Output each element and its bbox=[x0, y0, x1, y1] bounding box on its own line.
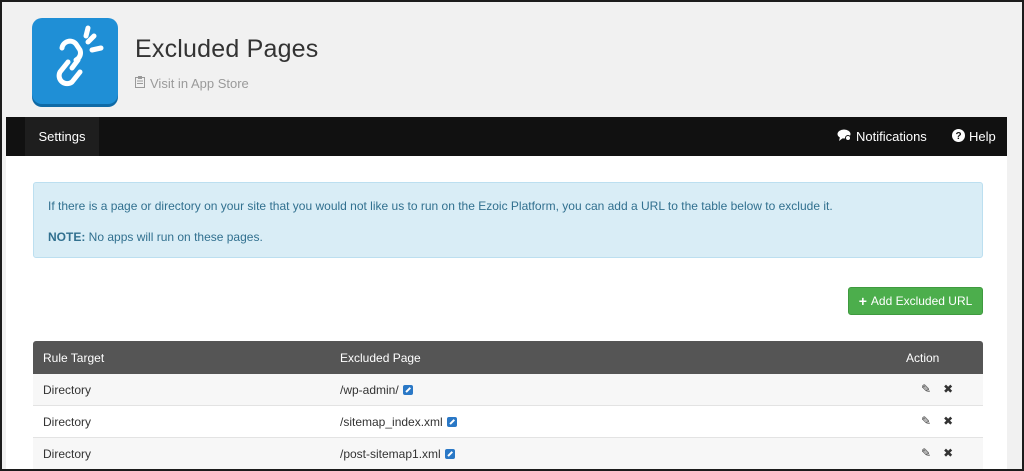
table-row: Directory /sitemap_index.xml ✎ ✖ bbox=[33, 406, 983, 438]
rule-target-cell: Directory bbox=[43, 447, 92, 461]
clipboard-icon bbox=[135, 76, 145, 91]
rule-target-cell: Directory bbox=[43, 415, 92, 429]
rule-target-cell: Directory bbox=[43, 383, 92, 397]
notifications-icon bbox=[837, 129, 852, 145]
note-text: No apps will run on these pages. bbox=[85, 230, 263, 244]
edit-pencil-icon[interactable]: ✎ bbox=[921, 382, 931, 396]
excluded-pages-table: Rule Target Excluded Page Action Directo… bbox=[33, 341, 983, 469]
external-link-icon[interactable] bbox=[402, 385, 413, 395]
row-actions: ✎ ✖ bbox=[921, 446, 953, 460]
delete-x-icon[interactable]: ✖ bbox=[943, 414, 953, 428]
edit-pencil-icon[interactable]: ✎ bbox=[921, 446, 931, 460]
edit-pencil-icon[interactable]: ✎ bbox=[921, 414, 931, 428]
plus-icon: + bbox=[858, 293, 867, 309]
excluded-page-cell: /sitemap_index.xml bbox=[340, 415, 457, 429]
excluded-page-text: /sitemap_index.xml bbox=[340, 415, 443, 429]
main-content: If there is a page or directory on your … bbox=[6, 156, 1007, 469]
header-excluded-page: Excluded Page bbox=[340, 351, 421, 365]
header-rule-target: Rule Target bbox=[43, 351, 105, 365]
info-alert: If there is a page or directory on your … bbox=[33, 182, 983, 258]
excluded-page-cell: /wp-admin/ bbox=[340, 383, 413, 397]
table-row: Directory /post-sitemap1.xml ✎ ✖ bbox=[33, 438, 983, 469]
row-actions: ✎ ✖ bbox=[921, 382, 953, 396]
external-link-icon[interactable] bbox=[444, 449, 455, 459]
table-body: Directory /wp-admin/ ✎ ✖ Directory /site… bbox=[33, 374, 983, 469]
alert-text: If there is a page or directory on your … bbox=[48, 199, 833, 213]
add-excluded-url-label: Add Excluded URL bbox=[870, 294, 973, 308]
app-window: Excluded Pages Visit in App Store Settin… bbox=[0, 0, 1024, 471]
page-title: Excluded Pages bbox=[135, 35, 319, 63]
alert-note: NOTE: No apps will run on these pages. bbox=[48, 230, 263, 244]
top-navbar: Settings Notifications ? Help bbox=[6, 117, 1007, 156]
help-label: Help bbox=[969, 129, 996, 144]
table-row: Directory /wp-admin/ ✎ ✖ bbox=[33, 374, 983, 406]
app-header: Excluded Pages Visit in App Store bbox=[2, 2, 1022, 117]
help-icon: ? bbox=[952, 128, 965, 145]
external-link-icon[interactable] bbox=[446, 417, 457, 427]
excluded-page-text: /post-sitemap1.xml bbox=[340, 447, 441, 461]
notifications-link[interactable]: Notifications bbox=[837, 117, 927, 156]
notifications-label: Notifications bbox=[856, 129, 927, 144]
add-excluded-url-button[interactable]: + Add Excluded URL bbox=[848, 287, 983, 315]
visit-app-store-label: Visit in App Store bbox=[150, 76, 249, 91]
visit-app-store-link[interactable]: Visit in App Store bbox=[135, 76, 249, 91]
svg-text:?: ? bbox=[955, 131, 961, 142]
header-action: Action bbox=[906, 351, 940, 365]
note-label: NOTE: bbox=[48, 230, 86, 244]
broken-link-icon bbox=[32, 18, 118, 104]
excluded-page-cell: /post-sitemap1.xml bbox=[340, 447, 455, 461]
delete-x-icon[interactable]: ✖ bbox=[943, 446, 953, 460]
tab-settings[interactable]: Settings bbox=[25, 117, 99, 156]
row-actions: ✎ ✖ bbox=[921, 414, 953, 428]
excluded-page-text: /wp-admin/ bbox=[340, 383, 399, 397]
help-link[interactable]: ? Help bbox=[952, 117, 996, 156]
delete-x-icon[interactable]: ✖ bbox=[943, 382, 953, 396]
table-header: Rule Target Excluded Page Action bbox=[33, 341, 983, 374]
